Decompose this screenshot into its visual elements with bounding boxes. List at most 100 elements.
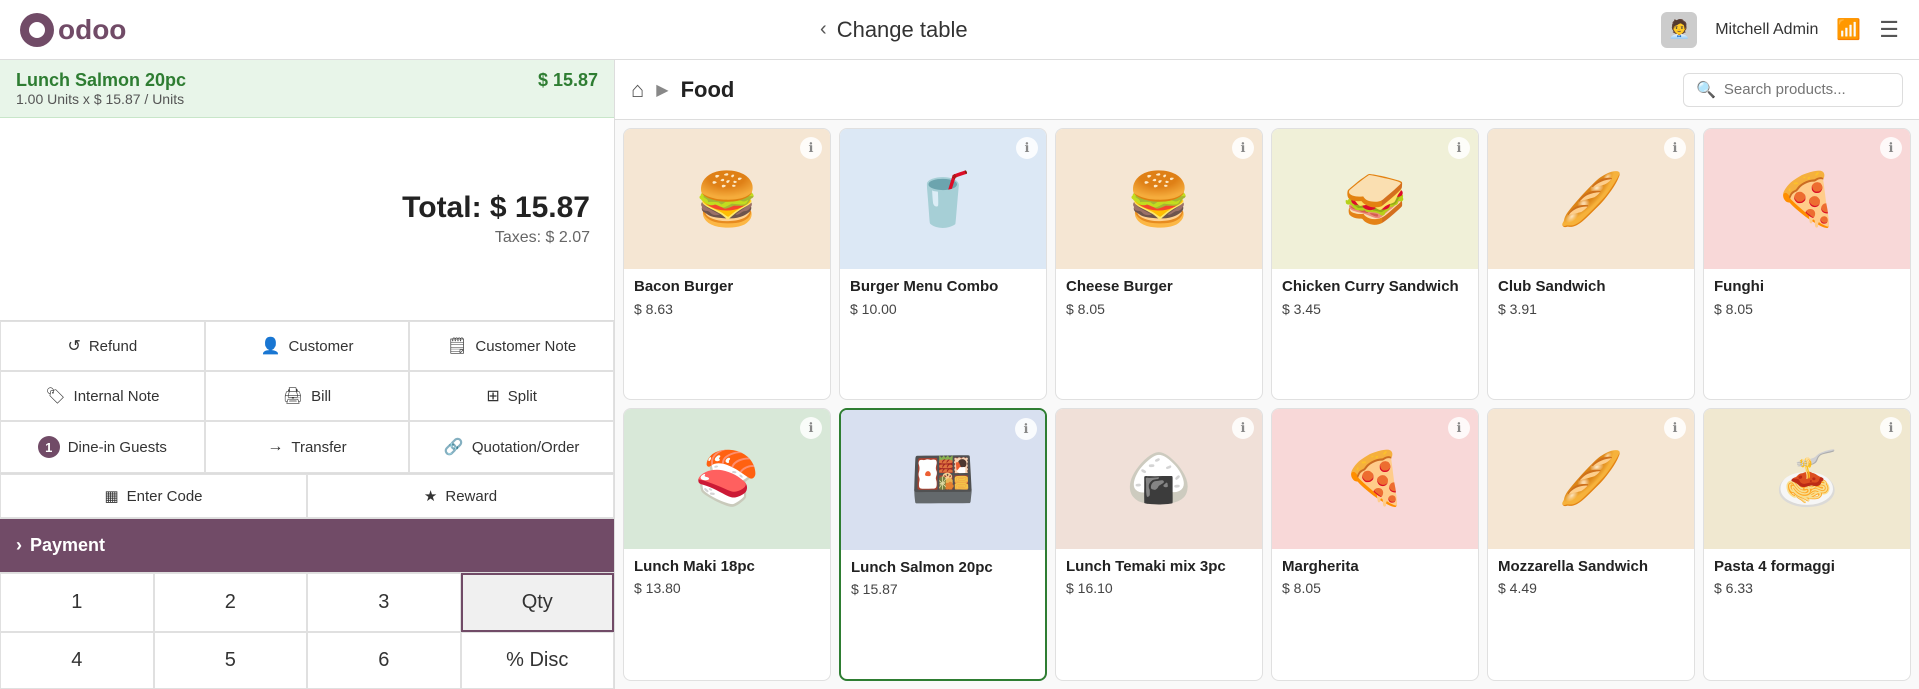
hamburger-menu-button[interactable]: ☰ [1879,17,1899,43]
product-card-chicken-curry-sandwich[interactable]: 🥪 ℹ Chicken Curry Sandwich $ 3.45 [1271,128,1479,400]
product-info-button-lunch-maki-18pc[interactable]: ℹ [800,417,822,439]
product-name-club-sandwich: Club Sandwich [1498,277,1684,297]
product-info-button-funghi[interactable]: ℹ [1880,137,1902,159]
quotation-order-label: Quotation/Order [472,439,580,456]
product-info-button-pasta-4-formaggi[interactable]: ℹ [1880,417,1902,439]
transfer-label: Transfer [291,439,346,456]
product-emoji-lunch-temaki-mix-3pc: 🍙 [1127,448,1192,509]
total-label: Total: $ 15.87 [402,191,590,225]
product-card-lunch-maki-18pc[interactable]: 🍣 ℹ Lunch Maki 18pc $ 13.80 [623,408,831,682]
numpad-6[interactable]: 6 [307,632,461,689]
product-card-mozzarella-sandwich[interactable]: 🥖 ℹ Mozzarella Sandwich $ 4.49 [1487,408,1695,682]
quotation-order-button[interactable]: 🔗 Quotation/Order [409,421,614,473]
main: Lunch Salmon 20pc 1.00 Units x $ 15.87 /… [0,60,1919,689]
print-icon: 🖨 [283,386,303,406]
product-info-button-burger-menu-combo[interactable]: ℹ [1016,137,1038,159]
numpad-1[interactable]: 1 [0,573,154,632]
star-icon: ★ [424,487,437,505]
product-info-funghi: Funghi $ 8.05 [1704,269,1910,327]
product-info-button-margherita[interactable]: ℹ [1448,417,1470,439]
bill-label: Bill [311,388,331,405]
product-card-cheese-burger[interactable]: 🍔 ℹ Cheese Burger $ 8.05 [1055,128,1263,400]
order-item-name: Lunch Salmon 20pc [16,70,186,91]
product-card-margherita[interactable]: 🍕 ℹ Margherita $ 8.05 [1271,408,1479,682]
product-emoji-club-sandwich: 🥖 [1559,169,1624,230]
payment-chevron-icon: › [16,535,22,556]
quotation-icon: 🔗 [444,437,464,457]
dine-in-guests-label: Dine-in Guests [68,439,167,456]
product-name-chicken-curry-sandwich: Chicken Curry Sandwich [1282,277,1468,297]
numpad-2[interactable]: 2 [154,573,308,632]
product-price-lunch-temaki-mix-3pc: $ 16.10 [1066,580,1252,596]
payment-button[interactable]: › Payment [0,519,614,572]
internal-note-button[interactable]: 🏷 Internal Note [0,371,205,421]
product-card-bacon-burger[interactable]: 🍔 ℹ Bacon Burger $ 8.63 [623,128,831,400]
product-info-button-lunch-temaki-mix-3pc[interactable]: ℹ [1232,417,1254,439]
product-card-lunch-temaki-mix-3pc[interactable]: 🍙 ℹ Lunch Temaki mix 3pc $ 16.10 [1055,408,1263,682]
product-name-funghi: Funghi [1714,277,1900,297]
numpad-3[interactable]: 3 [307,573,461,632]
product-price-chicken-curry-sandwich: $ 3.45 [1282,301,1468,317]
numpad-disc[interactable]: % Disc [461,632,615,689]
product-info-bacon-burger: Bacon Burger $ 8.63 [624,269,830,327]
customer-note-button[interactable]: 🗒 Customer Note [409,321,614,371]
split-button[interactable]: ⊞ Split [409,371,614,421]
reward-button[interactable]: ★ Reward [307,474,614,518]
bill-button[interactable]: 🖨 Bill [205,371,410,421]
product-image-cheese-burger: 🍔 [1056,129,1262,269]
odoo-logo: odoo [20,13,126,47]
reward-label: Reward [445,488,497,505]
refund-button[interactable]: ↺ Refund [0,321,205,371]
numpad-5[interactable]: 5 [154,632,308,689]
product-emoji-lunch-salmon-20pc: 🍱 [911,449,976,510]
product-card-club-sandwich[interactable]: 🥖 ℹ Club Sandwich $ 3.91 [1487,128,1695,400]
product-card-funghi[interactable]: 🍕 ℹ Funghi $ 8.05 [1703,128,1911,400]
product-image-chicken-curry-sandwich: 🥪 [1272,129,1478,269]
product-info-button-chicken-curry-sandwich[interactable]: ℹ [1448,137,1470,159]
enter-code-button[interactable]: ▦ Enter Code [0,474,307,518]
category-bar: ⌂ ▶ Food 🔍 [615,60,1919,120]
avatar-icon: 🧑‍💼 [1668,19,1690,40]
product-info-margherita: Margherita $ 8.05 [1272,549,1478,607]
split-label: Split [508,388,537,405]
payment-label: Payment [30,535,105,556]
product-info-lunch-salmon-20pc: Lunch Salmon 20pc $ 15.87 [841,550,1045,608]
action-buttons: ↺ Refund 👤 Customer 🗒 Customer Note 🏷 In… [0,320,614,473]
transfer-button[interactable]: → Transfer [205,421,410,473]
dine-in-guests-button[interactable]: 1 Dine-in Guests [0,421,205,473]
back-button[interactable]: ‹ [820,18,827,41]
product-emoji-bacon-burger: 🍔 [695,169,760,230]
search-icon: 🔍 [1696,80,1716,100]
product-emoji-margherita: 🍕 [1343,448,1408,509]
tag-icon: 🏷 [45,386,65,406]
product-info-button-lunch-salmon-20pc[interactable]: ℹ [1015,418,1037,440]
numpad-4[interactable]: 4 [0,632,154,689]
product-card-lunch-salmon-20pc[interactable]: 🍱 ℹ Lunch Salmon 20pc $ 15.87 [839,408,1047,682]
product-info-button-club-sandwich[interactable]: ℹ [1664,137,1686,159]
taxes-label: Taxes: $ 2.07 [495,229,590,247]
products-grid: 🍔 ℹ Bacon Burger $ 8.63 🥤 ℹ Burger Menu … [615,120,1919,689]
numpad-qty[interactable]: Qty [461,573,615,632]
product-info-button-bacon-burger[interactable]: ℹ [800,137,822,159]
home-icon[interactable]: ⌂ [631,77,644,103]
product-info-mozzarella-sandwich: Mozzarella Sandwich $ 4.49 [1488,549,1694,607]
product-card-burger-menu-combo[interactable]: 🥤 ℹ Burger Menu Combo $ 10.00 [839,128,1047,400]
product-card-pasta-4-formaggi[interactable]: 🍝 ℹ Pasta 4 formaggi $ 6.33 [1703,408,1911,682]
customer-button[interactable]: 👤 Customer [205,321,410,371]
customer-note-icon: 🗒 [447,336,467,356]
product-info-button-mozzarella-sandwich[interactable]: ℹ [1664,417,1686,439]
product-image-lunch-temaki-mix-3pc: 🍙 [1056,409,1262,549]
product-info-chicken-curry-sandwich: Chicken Curry Sandwich $ 3.45 [1272,269,1478,327]
numpad-grid: 1 2 3 Qty 4 5 6 % Disc [0,572,614,689]
product-name-lunch-salmon-20pc: Lunch Salmon 20pc [851,558,1035,578]
product-info-lunch-maki-18pc: Lunch Maki 18pc $ 13.80 [624,549,830,607]
search-input[interactable] [1724,81,1890,98]
total-area: Total: $ 15.87 Taxes: $ 2.07 [0,118,614,320]
search-bar: 🔍 [1683,73,1903,107]
refund-icon: ↺ [67,336,80,356]
customer-icon: 👤 [261,336,281,356]
customer-label: Customer [288,338,353,355]
product-price-margherita: $ 8.05 [1282,580,1468,596]
product-price-mozzarella-sandwich: $ 4.49 [1498,580,1684,596]
product-info-button-cheese-burger[interactable]: ℹ [1232,137,1254,159]
